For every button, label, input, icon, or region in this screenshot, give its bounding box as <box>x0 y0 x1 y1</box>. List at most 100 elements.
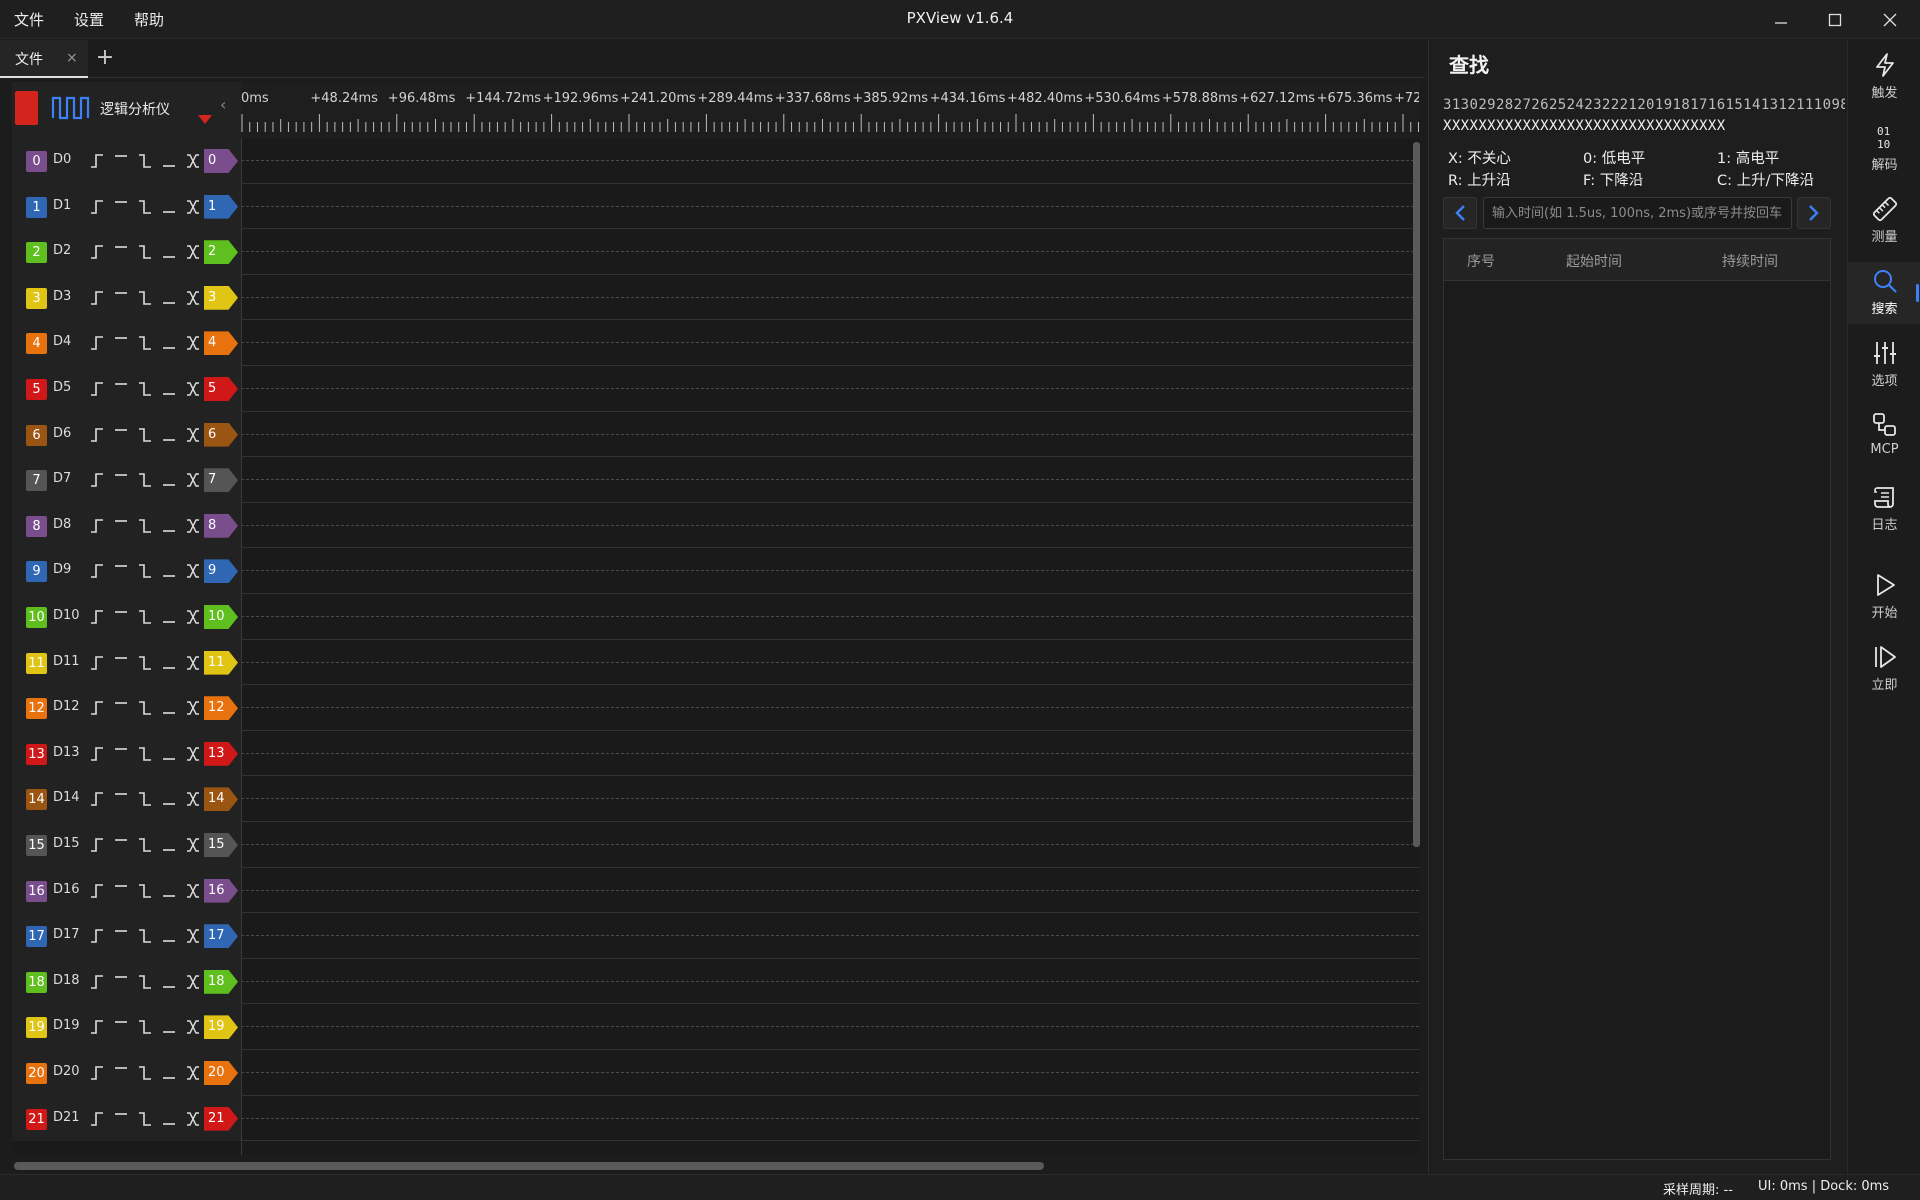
channel-waveform[interactable] <box>241 229 1419 275</box>
low-level-icon[interactable] <box>159 790 178 808</box>
sidebar-item-mcp[interactable]: MCP <box>1848 406 1920 468</box>
low-level-icon[interactable] <box>159 745 178 763</box>
high-level-icon[interactable] <box>111 654 130 672</box>
channel-tag[interactable]: 17 <box>204 924 238 949</box>
channel-number-badge[interactable]: 11 <box>26 652 47 674</box>
high-level-icon[interactable] <box>111 562 130 580</box>
rising-edge-icon[interactable] <box>87 152 106 170</box>
channel-name[interactable]: D2 <box>53 243 71 258</box>
high-level-icon[interactable] <box>111 836 130 854</box>
sidebar-item-trigger[interactable]: 触发 <box>1848 46 1920 108</box>
falling-edge-icon[interactable] <box>135 927 154 945</box>
low-level-icon[interactable] <box>159 152 178 170</box>
rising-edge-icon[interactable] <box>87 380 106 398</box>
high-level-icon[interactable] <box>111 426 130 444</box>
channel-name[interactable]: D20 <box>53 1064 80 1079</box>
any-edge-icon[interactable] <box>183 380 202 398</box>
falling-edge-icon[interactable] <box>135 745 154 763</box>
any-edge-icon[interactable] <box>183 1064 202 1082</box>
channel-waveform[interactable] <box>241 776 1419 822</box>
any-edge-icon[interactable] <box>183 927 202 945</box>
falling-edge-icon[interactable] <box>135 562 154 580</box>
channel-tag[interactable]: 8 <box>204 513 238 538</box>
low-level-icon[interactable] <box>159 198 178 216</box>
rising-edge-icon[interactable] <box>87 426 106 444</box>
channel-waveform[interactable] <box>241 959 1419 1005</box>
any-edge-icon[interactable] <box>183 198 202 216</box>
channel-number-badge[interactable]: 19 <box>26 1017 47 1039</box>
channel-tag[interactable]: 2 <box>204 240 238 265</box>
falling-edge-icon[interactable] <box>135 152 154 170</box>
channel-number-badge[interactable]: 17 <box>26 926 47 948</box>
channel-tag[interactable]: 19 <box>204 1015 238 1040</box>
low-level-icon[interactable] <box>159 426 178 444</box>
high-level-icon[interactable] <box>111 745 130 763</box>
channel-tag[interactable]: 21 <box>204 1106 238 1131</box>
falling-edge-icon[interactable] <box>135 426 154 444</box>
high-level-icon[interactable] <box>111 198 130 216</box>
time-ruler[interactable]: 0ms +48.24ms +96.48ms +144.72ms +192.96ms +24… <box>241 82 1419 138</box>
device-dropdown-icon[interactable] <box>198 115 212 124</box>
high-level-icon[interactable] <box>111 334 130 352</box>
rising-edge-icon[interactable] <box>87 608 106 626</box>
falling-edge-icon[interactable] <box>135 882 154 900</box>
channel-name[interactable]: D7 <box>53 471 71 486</box>
falling-edge-icon[interactable] <box>135 699 154 717</box>
rising-edge-icon[interactable] <box>87 973 106 991</box>
channel-waveform[interactable] <box>241 275 1419 321</box>
low-level-icon[interactable] <box>159 562 178 580</box>
channel-waveform[interactable] <box>241 822 1419 868</box>
low-level-icon[interactable] <box>159 654 178 672</box>
channel-name[interactable]: D3 <box>53 289 71 304</box>
channel-tag[interactable]: 0 <box>204 149 238 173</box>
high-level-icon[interactable] <box>111 608 130 626</box>
channel-number-badge[interactable]: 2 <box>26 242 47 264</box>
channel-tag[interactable]: 4 <box>204 331 238 356</box>
rising-edge-icon[interactable] <box>87 243 106 261</box>
high-level-icon[interactable] <box>111 1110 130 1128</box>
any-edge-icon[interactable] <box>183 745 202 763</box>
falling-edge-icon[interactable] <box>135 608 154 626</box>
search-input[interactable] <box>1483 197 1792 229</box>
high-level-icon[interactable] <box>111 790 130 808</box>
channel-waveform[interactable] <box>241 320 1419 366</box>
channel-tag[interactable]: 7 <box>204 468 238 493</box>
rising-edge-icon[interactable] <box>87 471 106 489</box>
high-level-icon[interactable] <box>111 1064 130 1082</box>
high-level-icon[interactable] <box>111 243 130 261</box>
channel-waveform[interactable] <box>241 412 1419 458</box>
sidebar-item-log[interactable]: 日志 <box>1848 478 1920 540</box>
channel-number-badge[interactable]: 8 <box>26 515 47 537</box>
rising-edge-icon[interactable] <box>87 562 106 580</box>
column-index[interactable]: 序号 <box>1467 251 1495 271</box>
channel-number-badge[interactable]: 3 <box>26 287 47 309</box>
any-edge-icon[interactable] <box>183 836 202 854</box>
low-level-icon[interactable] <box>159 289 178 307</box>
channel-name[interactable]: D18 <box>53 973 80 988</box>
tab-file[interactable]: 文件 × <box>0 40 88 78</box>
sidebar-item-start[interactable]: 开始 <box>1848 566 1920 628</box>
sidebar-item-search[interactable]: 搜索 <box>1848 262 1920 324</box>
channel-waveform[interactable] <box>241 913 1419 959</box>
channel-number-badge[interactable]: 4 <box>26 333 47 355</box>
falling-edge-icon[interactable] <box>135 198 154 216</box>
rising-edge-icon[interactable] <box>87 699 106 717</box>
channel-waveform[interactable] <box>241 640 1419 686</box>
menu-settings[interactable]: 设置 <box>74 9 104 30</box>
menu-help[interactable]: 帮助 <box>134 9 164 30</box>
column-duration[interactable]: 持续时间 <box>1722 251 1778 271</box>
channel-number-badge[interactable]: 16 <box>26 880 47 902</box>
channel-tag[interactable]: 18 <box>204 969 238 994</box>
channel-number-badge[interactable]: 15 <box>26 835 47 856</box>
high-level-icon[interactable] <box>111 973 130 991</box>
vertical-scrollbar[interactable] <box>1413 142 1420 847</box>
low-level-icon[interactable] <box>159 1064 178 1082</box>
channel-name[interactable]: D12 <box>53 699 80 714</box>
channel-tag[interactable]: 3 <box>204 285 238 310</box>
channel-name[interactable]: D21 <box>53 1110 80 1125</box>
low-level-icon[interactable] <box>159 517 178 535</box>
channel-tag[interactable]: 1 <box>204 194 238 219</box>
column-start-time[interactable]: 起始时间 <box>1566 251 1622 271</box>
channel-tag[interactable]: 13 <box>204 741 238 766</box>
low-level-icon[interactable] <box>159 243 178 261</box>
